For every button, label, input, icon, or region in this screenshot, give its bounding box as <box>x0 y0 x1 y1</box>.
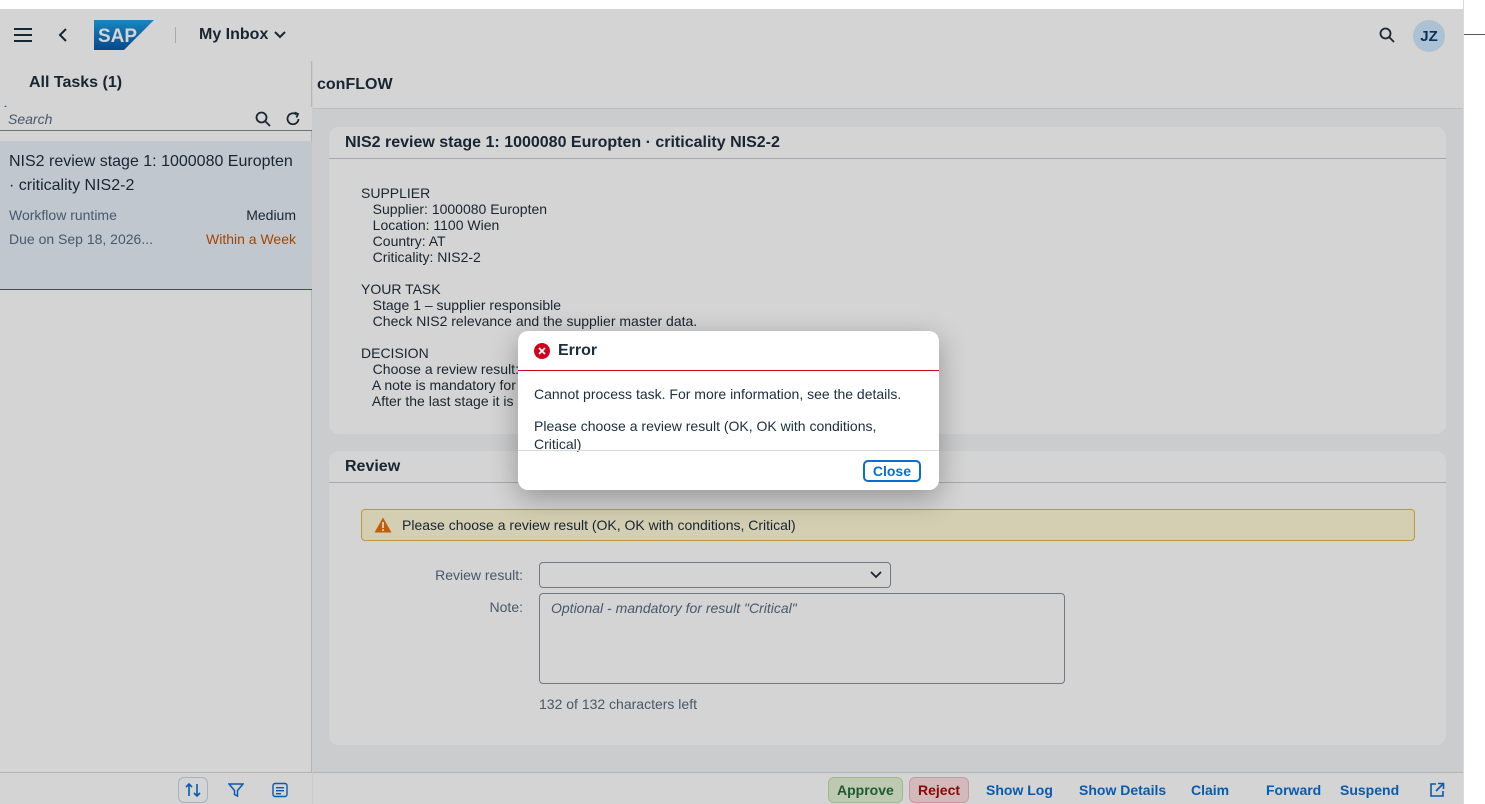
window-edge <box>1463 0 1485 804</box>
close-button[interactable]: Close <box>862 460 921 482</box>
dialog-message: Cannot process task. For more informatio… <box>534 386 902 402</box>
dialog-footer: Close <box>518 450 939 490</box>
dialog-title: Error <box>558 341 598 359</box>
dialog-body: Cannot process task. For more informatio… <box>518 371 939 453</box>
dialog-header: Error <box>518 331 939 371</box>
dialog-detail: Please choose a review result (OK, OK wi… <box>534 418 877 452</box>
edge-divider <box>1464 34 1485 35</box>
error-dialog: Error Cannot process task. For more info… <box>518 331 939 490</box>
error-icon <box>534 342 550 359</box>
